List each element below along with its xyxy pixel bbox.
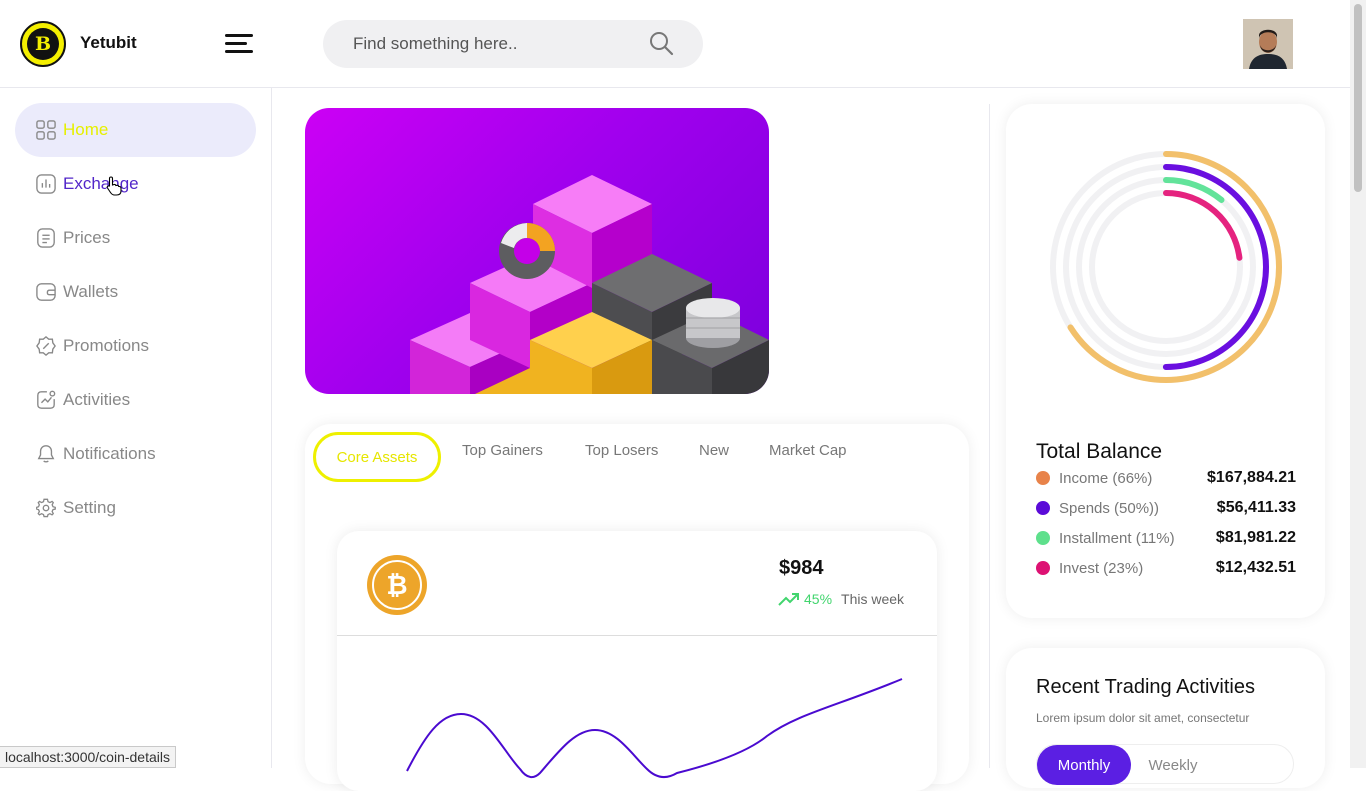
- legend-label: Installment (11%): [1059, 529, 1175, 547]
- coin-change-percent: 45%: [804, 591, 833, 607]
- isometric-blocks-illustration: [410, 175, 769, 394]
- weekly-button[interactable]: Weekly: [1135, 745, 1211, 785]
- sidebar-item-label: Exchange: [63, 174, 139, 193]
- search-icon[interactable]: [649, 31, 675, 57]
- tab-top-gainers[interactable]: Top Gainers: [462, 442, 543, 459]
- legend-amount: $81,981.22: [1215, 529, 1296, 546]
- document-icon: [36, 228, 56, 248]
- wallet-icon: [36, 282, 56, 302]
- sidebar: Home Exchange Prices Wallets Promotions …: [0, 88, 272, 768]
- legend-row-spends: Spends (50%)) $56,411.33: [1036, 496, 1296, 520]
- legend-dot: [1036, 501, 1050, 515]
- sidebar-item-notifications[interactable]: Notifications: [15, 427, 256, 481]
- sidebar-item-label: Notifications: [63, 444, 156, 463]
- bar-chart-icon: [36, 174, 56, 194]
- total-balance-card: Total Balance Income (66%) $167,884.21 S…: [1006, 104, 1325, 618]
- page-scrollbar[interactable]: [1350, 0, 1366, 768]
- coin-price: $984: [779, 557, 824, 579]
- sidebar-item-promotions[interactable]: Promotions: [15, 319, 256, 373]
- activity-subtitle: Lorem ipsum dolor sit amet, consectetur: [1036, 711, 1250, 725]
- legend-row-installment: Installment (11%) $81,981.22: [1036, 526, 1296, 550]
- tab-new[interactable]: New: [699, 442, 729, 459]
- legend-dot: [1036, 471, 1050, 485]
- browser-status-url: localhost:3000/coin-details: [0, 746, 176, 768]
- tab-market-cap[interactable]: Market Cap: [769, 442, 847, 459]
- sidebar-item-label: Home: [63, 120, 109, 139]
- coin-change-period: This week: [841, 591, 905, 607]
- search-input[interactable]: [353, 32, 643, 56]
- divider: [989, 104, 990, 768]
- activity-icon: [36, 390, 56, 410]
- bitcoin-icon: ₿: [367, 555, 427, 615]
- sidebar-item-prices[interactable]: Prices: [15, 211, 256, 265]
- coin-card[interactable]: ₿ $984 45% This week: [337, 531, 937, 791]
- discount-badge-icon: [36, 336, 56, 356]
- user-avatar[interactable]: [1243, 19, 1293, 69]
- recent-trading-card: Recent Trading Activities Lorem ipsum do…: [1006, 648, 1325, 788]
- legend-dot: [1036, 561, 1050, 575]
- tab-core-assets[interactable]: Core Assets: [313, 432, 441, 482]
- hero-banner: [305, 108, 769, 394]
- sidebar-item-activities[interactable]: Activities: [15, 373, 256, 427]
- hamburger-menu-icon[interactable]: [225, 32, 253, 56]
- legend-label: Invest (23%): [1059, 559, 1144, 577]
- legend-row-income: Income (66%) $167,884.21: [1036, 466, 1296, 490]
- sidebar-item-label: Activities: [63, 390, 131, 409]
- monthly-button[interactable]: Monthly: [1037, 745, 1131, 785]
- balance-title: Total Balance: [1036, 440, 1163, 463]
- legend-label: Income (66%): [1059, 469, 1153, 487]
- sidebar-item-exchange[interactable]: Exchange: [15, 157, 256, 211]
- scrollbar-thumb[interactable]: [1354, 4, 1362, 192]
- coin-change: 45% This week: [778, 591, 904, 607]
- legend-amount: $12,432.51: [1215, 559, 1296, 576]
- activity-title: Recent Trading Activities: [1036, 676, 1255, 698]
- brand-logo[interactable]: B: [20, 21, 66, 67]
- sidebar-item-wallets[interactable]: Wallets: [15, 265, 256, 319]
- grid-icon: [36, 120, 56, 140]
- legend-label: Spends (50%)): [1059, 499, 1160, 517]
- sidebar-item-label: Wallets: [63, 282, 119, 301]
- balance-rings-chart: [1050, 151, 1282, 383]
- bell-icon: [36, 444, 56, 464]
- ring-track: [1076, 177, 1256, 357]
- legend-amount: $56,411.33: [1216, 499, 1296, 516]
- top-bar: B Yetubit: [0, 0, 1350, 88]
- legend-amount: $167,884.21: [1207, 469, 1296, 486]
- hand-pointer-cursor-icon: [106, 176, 122, 196]
- brand-logo-letter: B: [27, 28, 59, 60]
- gear-icon: [36, 498, 56, 518]
- sidebar-item-label: Promotions: [63, 336, 149, 355]
- period-toggle: Monthly Weekly: [1036, 744, 1294, 785]
- legend-row-invest: Invest (23%) $12,432.51: [1036, 556, 1296, 580]
- legend-dot: [1036, 531, 1050, 545]
- sidebar-item-setting[interactable]: Setting: [15, 481, 256, 535]
- brand-name: Yetubit: [80, 33, 137, 52]
- trend-up-icon: [778, 593, 799, 606]
- sidebar-item-home[interactable]: Home: [15, 103, 256, 157]
- tab-top-losers[interactable]: Top Losers: [585, 442, 658, 459]
- sidebar-item-label: Setting: [63, 498, 116, 517]
- sidebar-item-label: Prices: [63, 228, 111, 247]
- search-bar: [323, 20, 703, 68]
